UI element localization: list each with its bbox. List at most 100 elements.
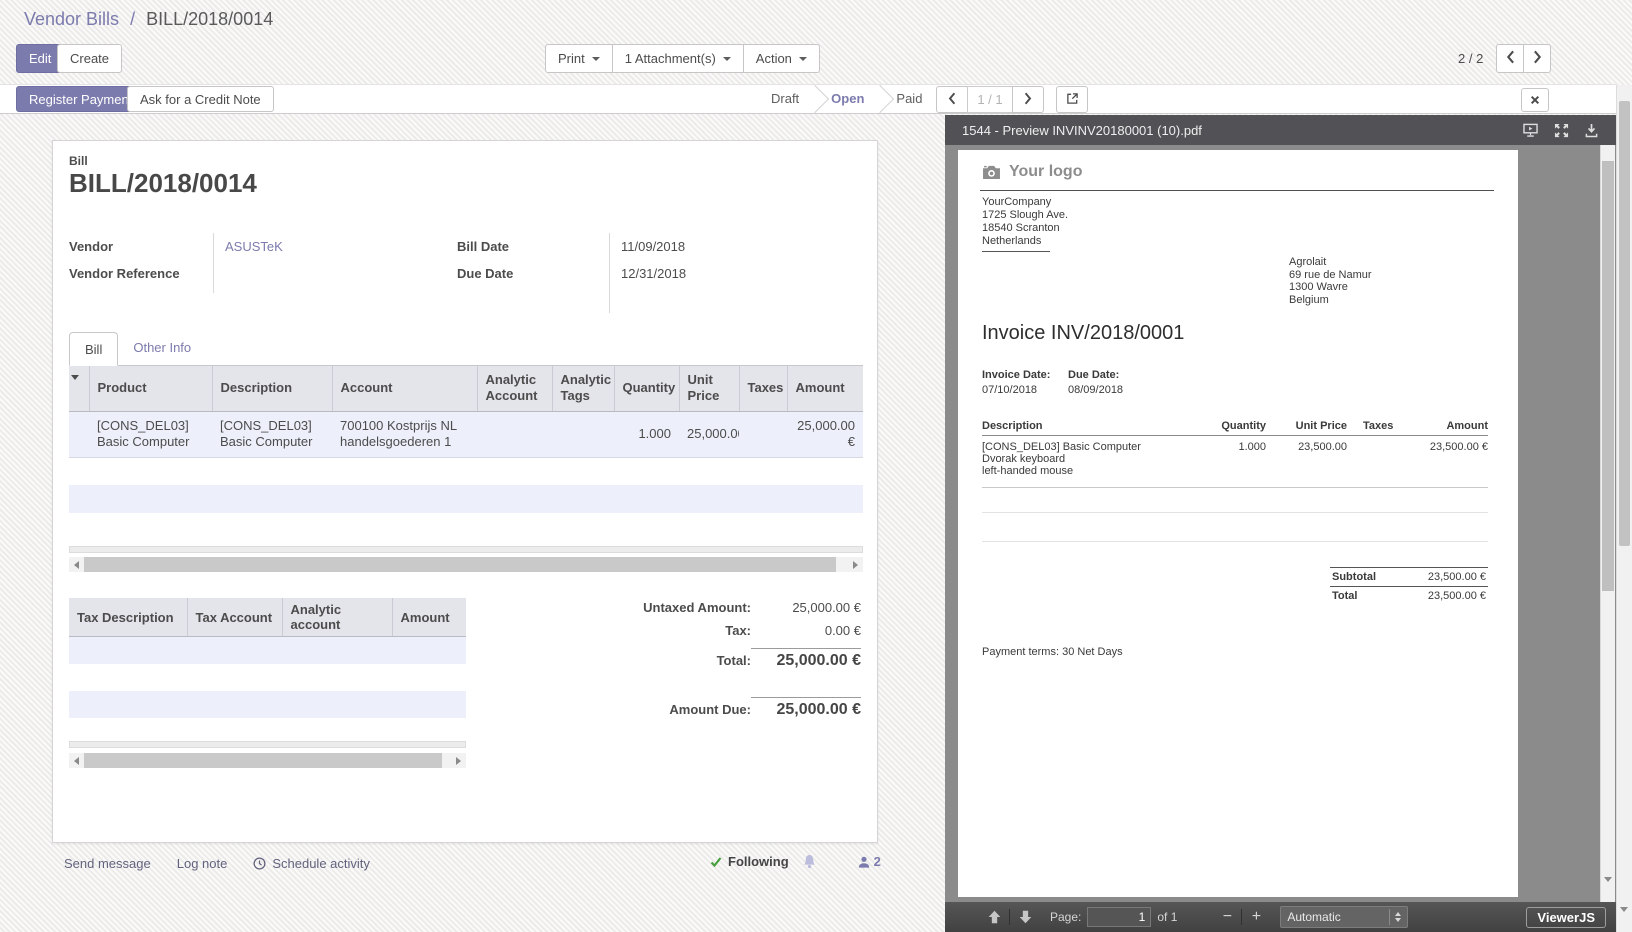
viewerjs-brand-button[interactable]: ViewerJS [1526,907,1606,928]
close-preview-button[interactable] [1521,88,1549,112]
record-pager [1496,44,1551,73]
table-footer-bar [69,741,466,748]
pdf-col-unit-price: Unit Price [1267,420,1347,432]
breadcrumb-separator: / [130,9,135,29]
person-icon [858,856,870,868]
attachment-pager-count: 1 / 1 [967,86,1013,113]
close-icon [1530,93,1540,108]
scrollbar-thumb[interactable] [1602,161,1614,591]
column-header-quantity[interactable]: Quantity [614,366,679,411]
open-attachment-external-button[interactable] [1056,86,1088,113]
select-arrows-icon [1389,909,1401,925]
fullscreen-icon[interactable] [1554,123,1569,138]
zoom-in-button[interactable]: + [1246,908,1266,926]
tax-header-row: Tax Description Tax Account Analytic acc… [69,598,466,637]
following-button[interactable]: Following [710,854,789,869]
zoom-level-select[interactable]: Automatic [1280,906,1408,928]
optional-columns-caret-icon[interactable] [71,375,79,395]
invoice-date-block: Invoice Date: 07/10/2018 [982,369,1050,396]
bill-date-field-label: Bill Date [457,233,609,260]
tax-value: 0.00 € [751,623,861,638]
vendor-field-label: Vendor [69,233,213,260]
column-header-analytic-account[interactable]: Analytic Account [477,366,552,411]
scrollbar-thumb[interactable] [84,557,836,572]
scroll-left-arrow-icon[interactable] [69,557,84,572]
create-button[interactable]: Create [57,44,122,73]
empty-row [69,485,863,513]
column-header-tax-account[interactable]: Tax Account [187,598,282,637]
due-date-block: Due Date: 08/09/2018 [1068,369,1123,396]
due-date-field-label: Due Date [457,260,609,287]
pdf-line-note: Dvorak keyboard [982,453,1065,465]
send-message-button[interactable]: Send message [64,856,151,871]
next-page-button[interactable] [1014,905,1036,929]
action-label: Action [756,51,792,66]
record-pager-count: 2 / 2 [1458,44,1483,73]
pdf-col-description: Description [982,420,1043,432]
total-value: 25,000.00 € [751,648,861,670]
page-count-label: of 1 [1157,910,1177,924]
odoo-vendor-bill-screen: Vendor Bills / BILL/2018/0014 Edit Creat… [0,0,1632,932]
table-rule [982,487,1488,488]
zoom-out-button[interactable]: − [1217,908,1237,926]
previous-page-button[interactable] [983,905,1005,929]
column-header-taxes[interactable]: Taxes [739,366,787,411]
tab-other-info[interactable]: Other Info [118,331,206,365]
customer-address-block: Agrolait 69 rue de Namur 1300 Wavre Belg… [1289,256,1372,306]
attachment-next-button[interactable] [1012,86,1044,113]
column-header-tax-description[interactable]: Tax Description [69,598,187,637]
bell-icon[interactable] [803,854,816,869]
column-header-unit-price[interactable]: Unit Price [679,366,739,411]
register-payment-button[interactable]: Register Payment [16,86,145,112]
vendor-value-link[interactable]: ASUSTeK [225,239,283,254]
pdf-content-area: Your logo YourCompany 1725 Slough Ave. 1… [945,145,1616,902]
ask-credit-note-button[interactable]: Ask for a Credit Note [127,86,274,112]
pager-next-button[interactable] [1523,44,1551,73]
pager-previous-button[interactable] [1496,44,1524,73]
breadcrumb-current-record: BILL/2018/0014 [146,9,273,29]
followers-counter[interactable]: 2 [858,854,881,869]
presentation-mode-icon[interactable] [1523,123,1538,137]
breadcrumb-vendor-bills-link[interactable]: Vendor Bills [24,9,119,29]
amount-due-label: Amount Due: [669,702,751,717]
scroll-down-arrow-icon[interactable] [1620,912,1628,927]
bill-form-card: Bill BILL/2018/0014 Vendor ASUSTeK Vendo… [52,140,878,843]
page-number-input[interactable] [1087,907,1151,927]
clock-icon [253,857,266,870]
column-header-tax-analytic-account[interactable]: Analytic account [282,598,392,637]
tax-horizontal-scrollbar[interactable] [69,753,466,768]
invoice-line-row[interactable]: [CONS_DEL03] Basic Computer [CONS_DEL03]… [69,411,863,457]
scroll-left-arrow-icon[interactable] [69,753,84,768]
line-quantity: 1.000 [614,411,679,457]
document-type-label: Bill [69,154,88,168]
scrollbar-thumb[interactable] [84,753,442,768]
print-menu-button[interactable]: Print [545,44,613,73]
attachments-menu-button[interactable]: 1 Attachment(s) [612,44,744,73]
line-unit-price: 25,000.00 [679,411,739,457]
check-icon [710,856,722,868]
scroll-down-arrow-icon[interactable] [1604,882,1612,897]
scroll-right-arrow-icon[interactable] [451,753,466,768]
untaxed-amount-value: 25,000.00 € [751,600,861,615]
attachment-previous-button[interactable] [936,86,968,113]
column-header-analytic-tags[interactable]: Analytic Tags [552,366,614,411]
tab-bill[interactable]: Bill [69,332,118,366]
empty-row [69,457,863,485]
column-header-tax-amount[interactable]: Amount [392,598,466,637]
vendor-fields-column: Vendor ASUSTeK Vendor Reference [69,233,449,293]
schedule-activity-button[interactable]: Schedule activity [253,856,370,871]
download-icon[interactable] [1585,123,1598,138]
lines-horizontal-scrollbar[interactable] [69,557,863,572]
chatter-follow-area: Following 2 [710,854,881,869]
column-header-description[interactable]: Description [212,366,332,411]
scrollbar-thumb[interactable] [1619,101,1630,546]
column-header-account[interactable]: Account [332,366,477,411]
pdf-vertical-scrollbar[interactable] [1600,145,1615,902]
column-header-product[interactable]: Product [89,366,212,411]
log-note-button[interactable]: Log note [177,856,228,871]
breadcrumb: Vendor Bills / BILL/2018/0014 [24,9,273,30]
scroll-right-arrow-icon[interactable] [848,557,863,572]
column-header-amount[interactable]: Amount [787,366,863,411]
action-menu-button[interactable]: Action [743,44,820,73]
window-vertical-scrollbar[interactable] [1616,85,1632,932]
